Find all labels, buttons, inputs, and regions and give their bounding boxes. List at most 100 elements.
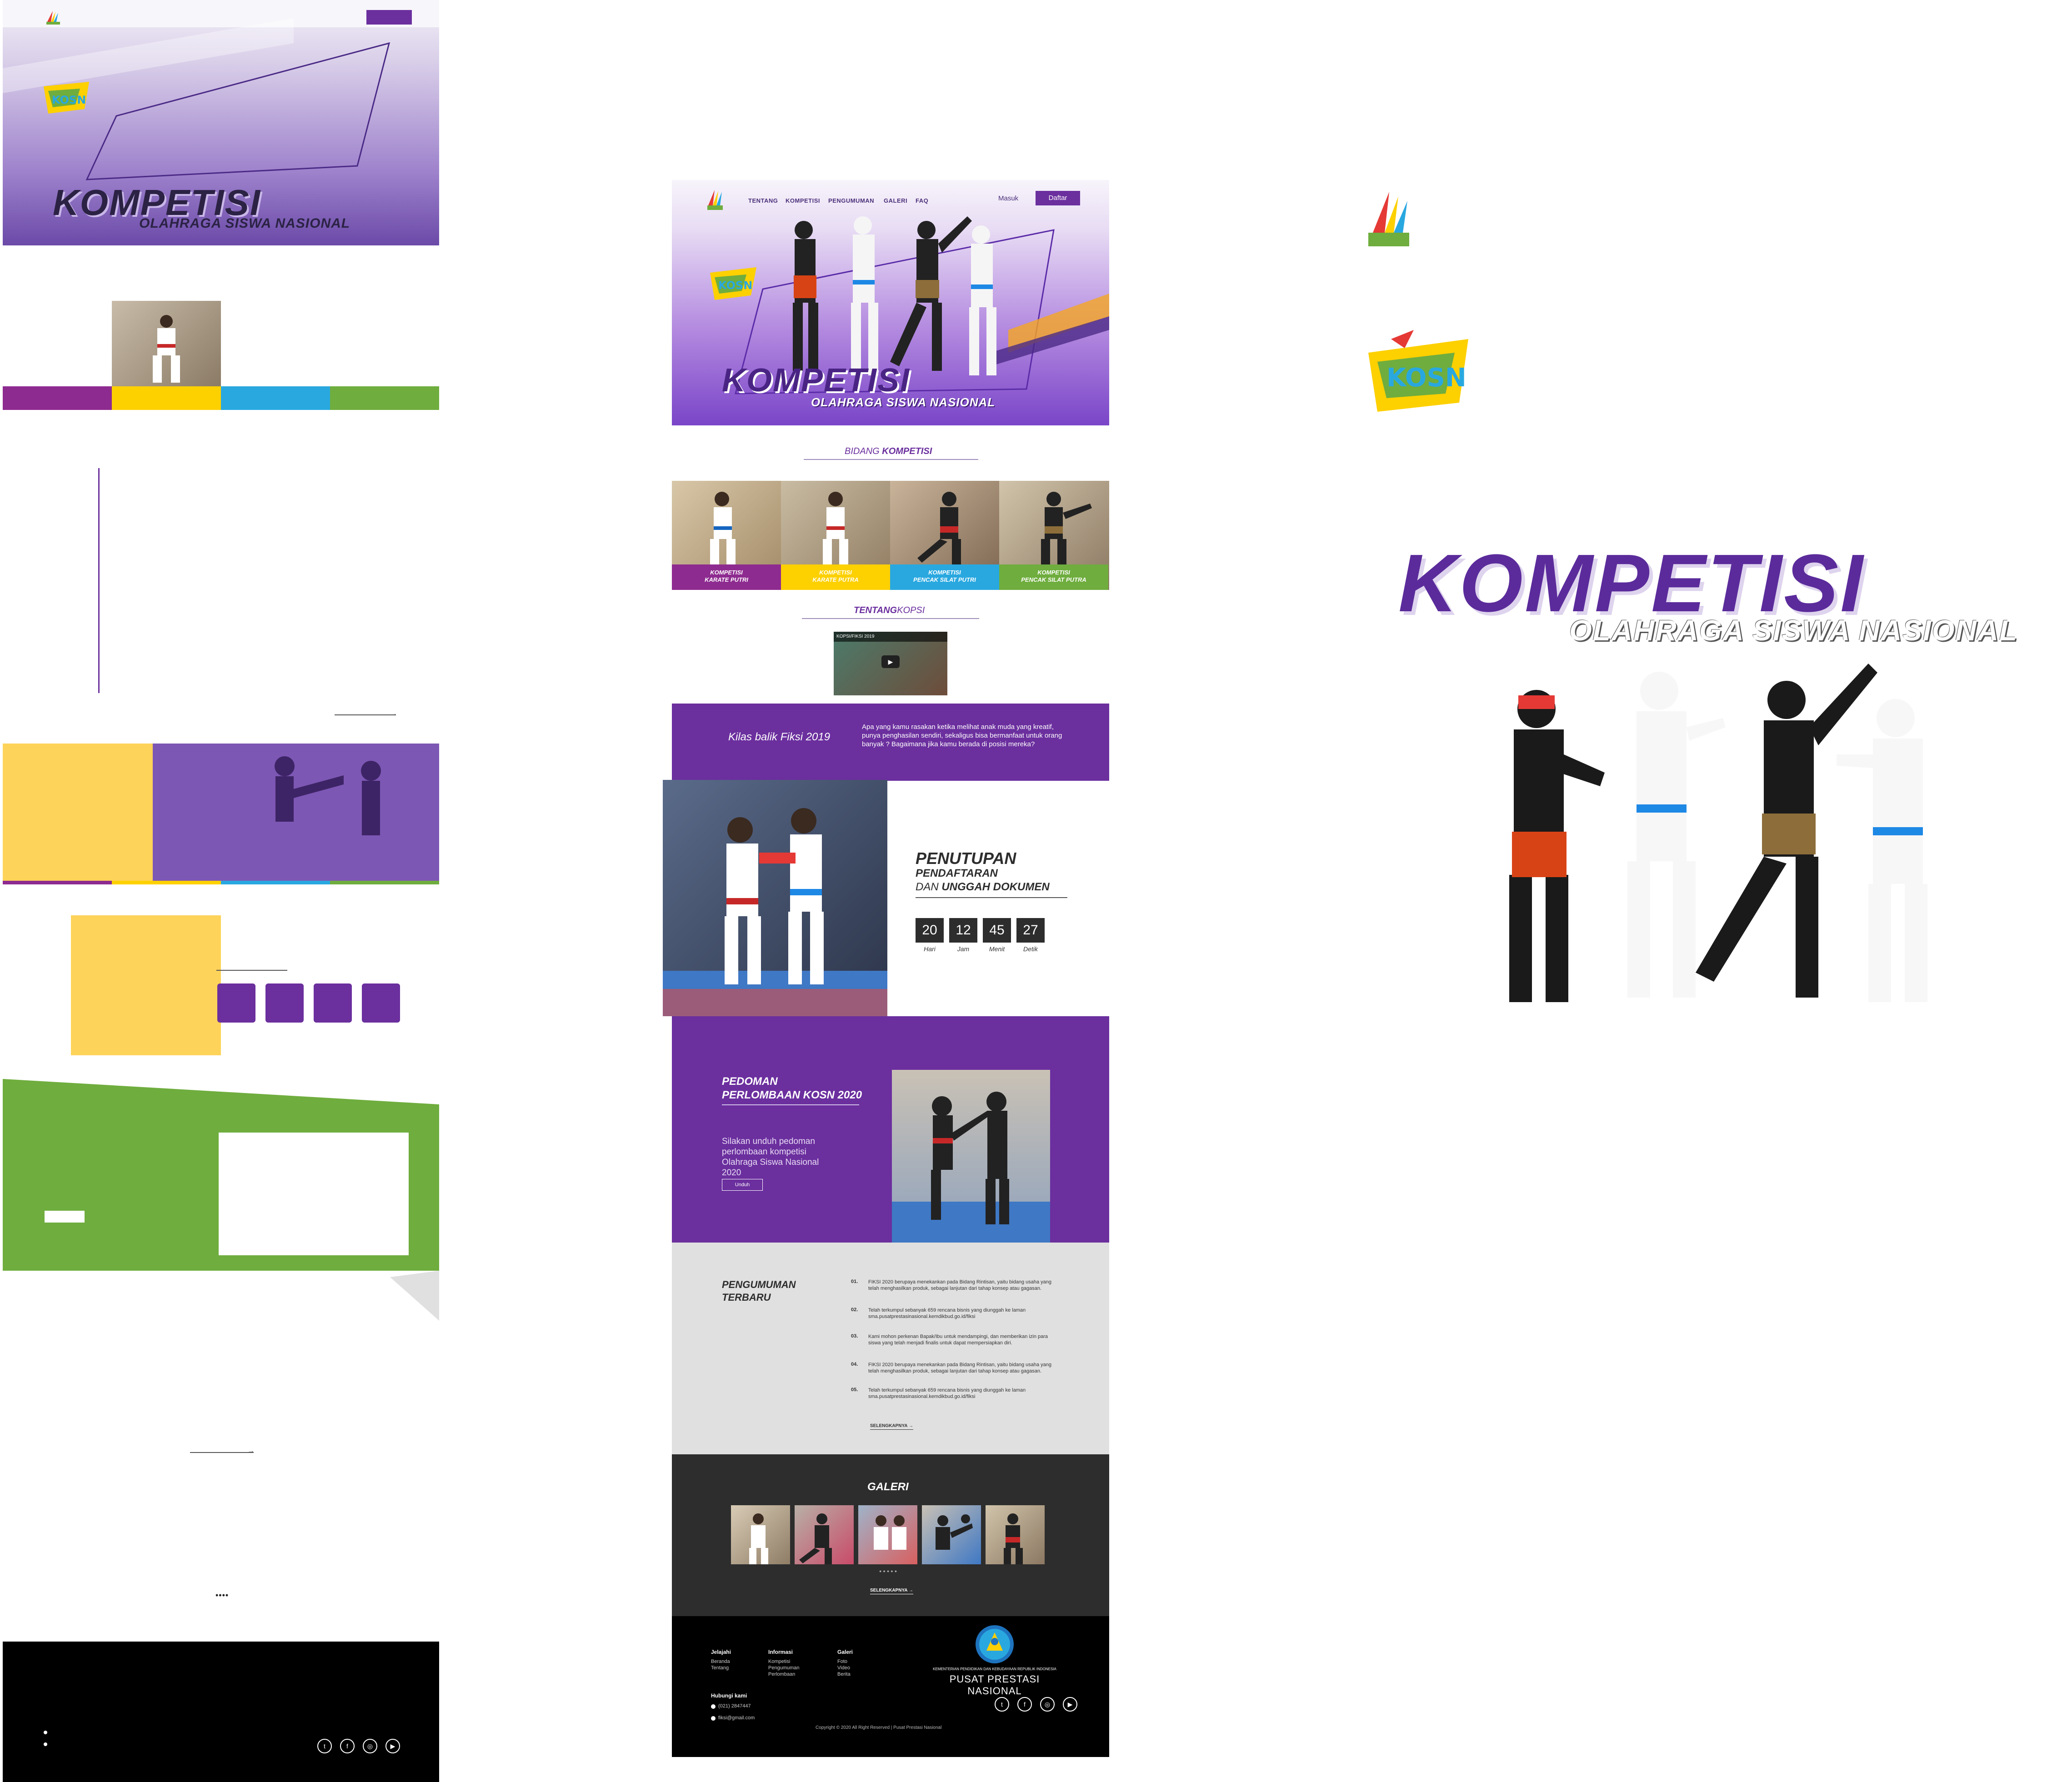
footer-contact-head: Hubungi kami: [711, 1692, 747, 1699]
tile-caption-line1: KOMPETISI: [1037, 569, 1070, 576]
youtube-icon[interactable]: ▶: [1063, 1697, 1077, 1712]
bidang-heading-light: BIDANG: [845, 446, 880, 456]
announcement-text[interactable]: Kami mohon perkenan Bapak/Ibu untuk mend…: [868, 1333, 1059, 1346]
footer-link-kompetisi[interactable]: Kompetisi: [768, 1659, 790, 1664]
footer-link-berita[interactable]: Berita: [837, 1672, 851, 1677]
wireframe-link-line[interactable]: [335, 714, 396, 715]
gallery-thumb[interactable]: [731, 1505, 790, 1564]
wireframe-pedoman-photo: [219, 1133, 409, 1255]
tentang-video[interactable]: KOPSI/FIKSI 2019 ▶: [834, 632, 947, 695]
countdown-seconds: 27: [1016, 918, 1045, 943]
hero-section: TENTANG KOMPETISI PENGUMUMAN GALERI FAQ …: [672, 180, 1109, 425]
announcement-number: 03.: [851, 1333, 858, 1339]
tile-caption-line1: KOMPETISI: [819, 569, 852, 576]
tile-caption: KOMPETISI PENCAK SILAT PUTRI: [890, 564, 999, 590]
wireframe-band-blue: [221, 386, 330, 410]
galeri-more-link[interactable]: SELENGKAPNYA →: [870, 1588, 913, 1594]
wireframe-count-box-seconds: [362, 983, 400, 1023]
pengumuman-more-link[interactable]: SELENGKAPNYA →: [870, 1423, 913, 1430]
facebook-icon[interactable]: f: [1017, 1697, 1032, 1712]
svg-text:KOSN: KOSN: [52, 94, 86, 106]
gallery-thumb[interactable]: [986, 1505, 1045, 1564]
wireframe-hero-subtitle: OLAHRAGA SISWA NASIONAL: [139, 216, 350, 231]
footer-ministry: KEMENTERIAN PENDIDIKAN DAN KEBUDAYAAN RE…: [933, 1667, 1056, 1671]
carousel-dots-icon[interactable]: ●●●●●: [879, 1569, 898, 1573]
arrow-right-icon: →: [390, 710, 397, 718]
wireframe-band-purple: [3, 386, 112, 410]
pengumuman-title2: TERBARU: [722, 1292, 771, 1303]
tentang-heading-light: KOPSI: [897, 605, 925, 615]
tile-caption-line2: KARATE PUTRI: [705, 576, 748, 583]
tile-caption: KOMPETISI PENCAK SILAT PUTRA: [999, 564, 1108, 590]
wireframe-more-line[interactable]: [190, 1452, 254, 1453]
footer-link-video[interactable]: Video: [837, 1665, 850, 1671]
footer-link-tentang[interactable]: Tentang: [711, 1665, 729, 1671]
video-title: KOPSI/FIKSI 2019: [834, 632, 947, 642]
wireframe-yellow-block: [3, 744, 153, 881]
tile-karate-putri[interactable]: KOMPETISI KARATE PUTRI: [672, 481, 781, 590]
footer-col3-head: Galeri: [837, 1649, 853, 1655]
kilas-title: Kilas balik Fiksi 2019: [728, 731, 831, 743]
athletes-cutout-photo: [1509, 664, 1927, 1002]
twitter-icon[interactable]: t: [317, 1739, 332, 1753]
tile-karate-putra[interactable]: KOMPETISI KARATE PUTRA: [781, 481, 890, 590]
gallery-thumb[interactable]: [858, 1505, 917, 1564]
kilas-text: Apa yang kamu rasakan ketika melihat ana…: [862, 723, 1062, 748]
tile-pencak-silat-putra[interactable]: KOMPETISI PENCAK SILAT PUTRA: [999, 481, 1109, 590]
wireframe-band-green: [330, 386, 439, 410]
wireframe-dots-icon: ••••: [215, 1591, 229, 1600]
countdown-seconds-label: Detik: [1023, 945, 1038, 953]
galeri-section: GALERI ●●●●● SELENGKAPNYA →: [672, 1454, 1109, 1616]
pengumuman-title1: PENGUMUMAN: [722, 1279, 796, 1290]
announcement-text[interactable]: Telah terkumpul sebanyak 659 rencana bis…: [868, 1387, 1059, 1400]
landing-page: TENTANG KOMPETISI PENGUMUMAN GALERI FAQ …: [663, 180, 1109, 1757]
instagram-icon[interactable]: ◎: [1040, 1697, 1055, 1712]
announcement-number: 01.: [851, 1279, 858, 1284]
wireframe-vertical-line: [98, 468, 100, 693]
announcement-text[interactable]: Telah terkumpul sebanyak 659 rencana bis…: [868, 1307, 1059, 1320]
wireframe-count-box-hours: [265, 983, 304, 1023]
countdown-title: PENUTUPAN: [916, 849, 1016, 868]
arrow-right-icon: →: [247, 1447, 255, 1455]
footer-col2-head: Informasi: [768, 1649, 793, 1655]
footer-link-beranda[interactable]: Beranda: [711, 1659, 730, 1664]
download-button[interactable]: Unduh: [722, 1179, 763, 1191]
facebook-icon[interactable]: f: [340, 1739, 355, 1753]
youtube-icon[interactable]: ▶: [385, 1739, 400, 1753]
instagram-icon[interactable]: ◎: [363, 1739, 377, 1753]
footer-link-foto[interactable]: Foto: [837, 1659, 847, 1664]
countdown-line3: DAN UNGGAH DOKUMEN: [916, 881, 1050, 893]
pedoman-text: Silakan unduh pedoman perlombaan kompeti…: [722, 1137, 819, 1178]
countdown-hours: 12: [949, 918, 977, 943]
countdown-line2: PENDAFTARAN: [916, 867, 998, 879]
phone-icon: [711, 1704, 716, 1709]
wireframe-count-box-minutes: [314, 983, 352, 1023]
wireframe-gray-corner: [390, 1271, 439, 1321]
footer-link-perlombaan[interactable]: Perlombaan: [768, 1672, 795, 1677]
tile-pencak-silat-putri[interactable]: KOMPETISI PENCAK SILAT PUTRI: [890, 481, 999, 590]
wireframe-stripe-purple: [3, 881, 112, 884]
hero-subtitle: OLAHRAGA SISWA NASIONAL: [811, 395, 996, 409]
play-icon[interactable]: ▶: [881, 655, 900, 668]
email-icon: [711, 1716, 716, 1721]
wireframe-footer: t f ◎ ▶: [3, 1642, 439, 1782]
twitter-icon[interactable]: t: [995, 1697, 1009, 1712]
gallery-thumb[interactable]: [922, 1505, 981, 1564]
footer-phone[interactable]: (021) 2847447: [718, 1703, 751, 1709]
pedoman-section: PEDOMAN PERLOMBAAN KOSN 2020 Silakan und…: [672, 1016, 1109, 1243]
announcement-text[interactable]: FIKSI 2020 berupaya menekankan pada Bida…: [868, 1362, 1059, 1374]
gallery-thumb[interactable]: [795, 1505, 854, 1564]
kosn-badge-text: KOSN: [1386, 363, 1466, 393]
wireframe-download-button[interactable]: [45, 1211, 85, 1223]
countdown-minutes: 45: [983, 918, 1011, 943]
tile-caption-line2: KARATE PUTRA: [812, 576, 859, 583]
footer-link-pengumuman[interactable]: Pengumuman: [768, 1665, 800, 1671]
footer-email[interactable]: fiksi@gmail.com: [718, 1715, 755, 1721]
wireframe-countdown-line: [216, 970, 287, 971]
tentang-heading-line: [802, 618, 979, 619]
wireframe-purple-photo: [153, 744, 439, 881]
countdown-line3-bold: UNGGAH DOKUMEN: [941, 881, 1050, 893]
wireframe-stripe-green: [330, 881, 439, 884]
announcement-text[interactable]: FIKSI 2020 berupaya menekankan pada Bida…: [868, 1279, 1059, 1292]
countdown-line3-light: DAN: [916, 881, 939, 893]
